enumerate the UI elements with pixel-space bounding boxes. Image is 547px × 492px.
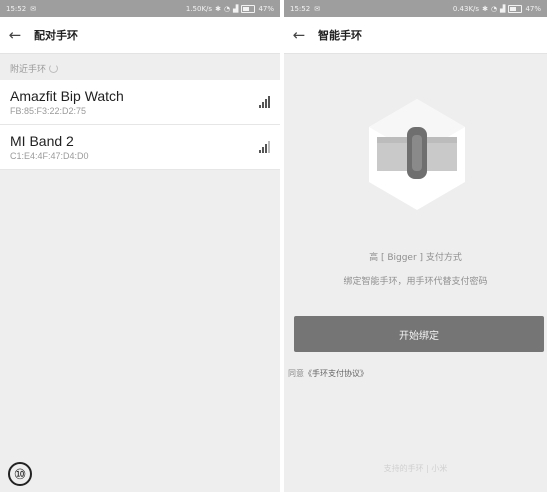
bluetooth-icon: ✱: [482, 4, 488, 13]
device-name: Amazfit Bip Watch: [10, 88, 124, 104]
page-title: 配对手环: [34, 29, 78, 42]
back-arrow-icon[interactable]: ←: [284, 26, 314, 44]
notification-icon: ✉: [30, 4, 37, 13]
promo-headline: 高 [ Bigger ] 支付方式: [369, 253, 462, 263]
device-item-miband[interactable]: MI Band 2 C1:E4:4F:47:D4:D0: [0, 125, 280, 170]
status-time: 15:52: [290, 4, 311, 13]
wifi-icon: ◔: [490, 4, 498, 13]
network-speed: 1.50K/s: [185, 4, 213, 13]
nearby-section-header: 附近手环: [0, 54, 280, 80]
right-phone-screen: 15:52 ✉ 0.43K/s ✱ ◔ ▟ 47% ← 智能手环 高 [Big…: [284, 0, 547, 492]
loading-spinner-icon: [49, 64, 59, 73]
network-speed: 0.43K/s: [452, 4, 480, 13]
figure-number-marker: ⑩: [8, 462, 32, 486]
battery-percent: 47%: [525, 4, 541, 13]
agreement-prefix: 同意: [288, 369, 304, 378]
page-title: 智能手环: [318, 29, 362, 42]
agreement-link[interactable]: 《手环支付协议》: [304, 369, 368, 378]
smart-band-icon: [369, 99, 465, 210]
promo-subtext: 绑定智能手环，用手环代替支付密码: [343, 277, 488, 287]
back-arrow-icon[interactable]: ←: [0, 26, 30, 44]
device-mac: FB:85:F3:22:D2:75: [10, 106, 87, 116]
signal-strength-icon: [259, 141, 270, 153]
signal-icon: ▟: [233, 4, 239, 13]
battery-percent: 47%: [258, 4, 274, 13]
band-illustration: [284, 54, 547, 254]
status-bar: 15:52 ✉ 0.43K/s ✱ ◔ ▟ 47%: [284, 0, 547, 17]
signal-icon: ▟: [500, 4, 506, 13]
status-time: 15:52: [6, 4, 27, 13]
battery-icon: [508, 4, 523, 13]
notification-icon: ✉: [314, 4, 321, 13]
device-item-amazfit[interactable]: Amazfit Bip Watch FB:85:F3:22:D2:75: [0, 80, 280, 125]
screens: 15:52 ✉ 1.50K/s ✱ ◔ ▟ 47% ← 配对手环 附近手环 Am…: [0, 0, 547, 492]
bluetooth-icon: ✱: [215, 4, 221, 13]
nav-bar: ← 配对手环: [0, 17, 280, 54]
nearby-label: 附近手环: [10, 65, 47, 75]
start-binding-button[interactable]: 开始绑定: [294, 316, 544, 352]
status-bar: 15:52 ✉ 1.50K/s ✱ ◔ ▟ 47%: [0, 0, 280, 17]
battery-icon: [241, 4, 256, 13]
left-phone-screen: 15:52 ✉ 1.50K/s ✱ ◔ ▟ 47% ← 配对手环 附近手环 Am…: [0, 0, 280, 492]
supported-bands-note: 支持的手环 | 小米: [383, 464, 448, 473]
agreement-row: 同意《手环支付协议》: [288, 368, 368, 379]
signal-strength-icon: [259, 96, 270, 108]
wifi-icon: ◔: [223, 4, 231, 13]
nav-bar: ← 智能手环: [284, 17, 547, 54]
device-name: MI Band 2: [10, 133, 74, 149]
device-mac: C1:E4:4F:47:D4:D0: [10, 151, 89, 161]
